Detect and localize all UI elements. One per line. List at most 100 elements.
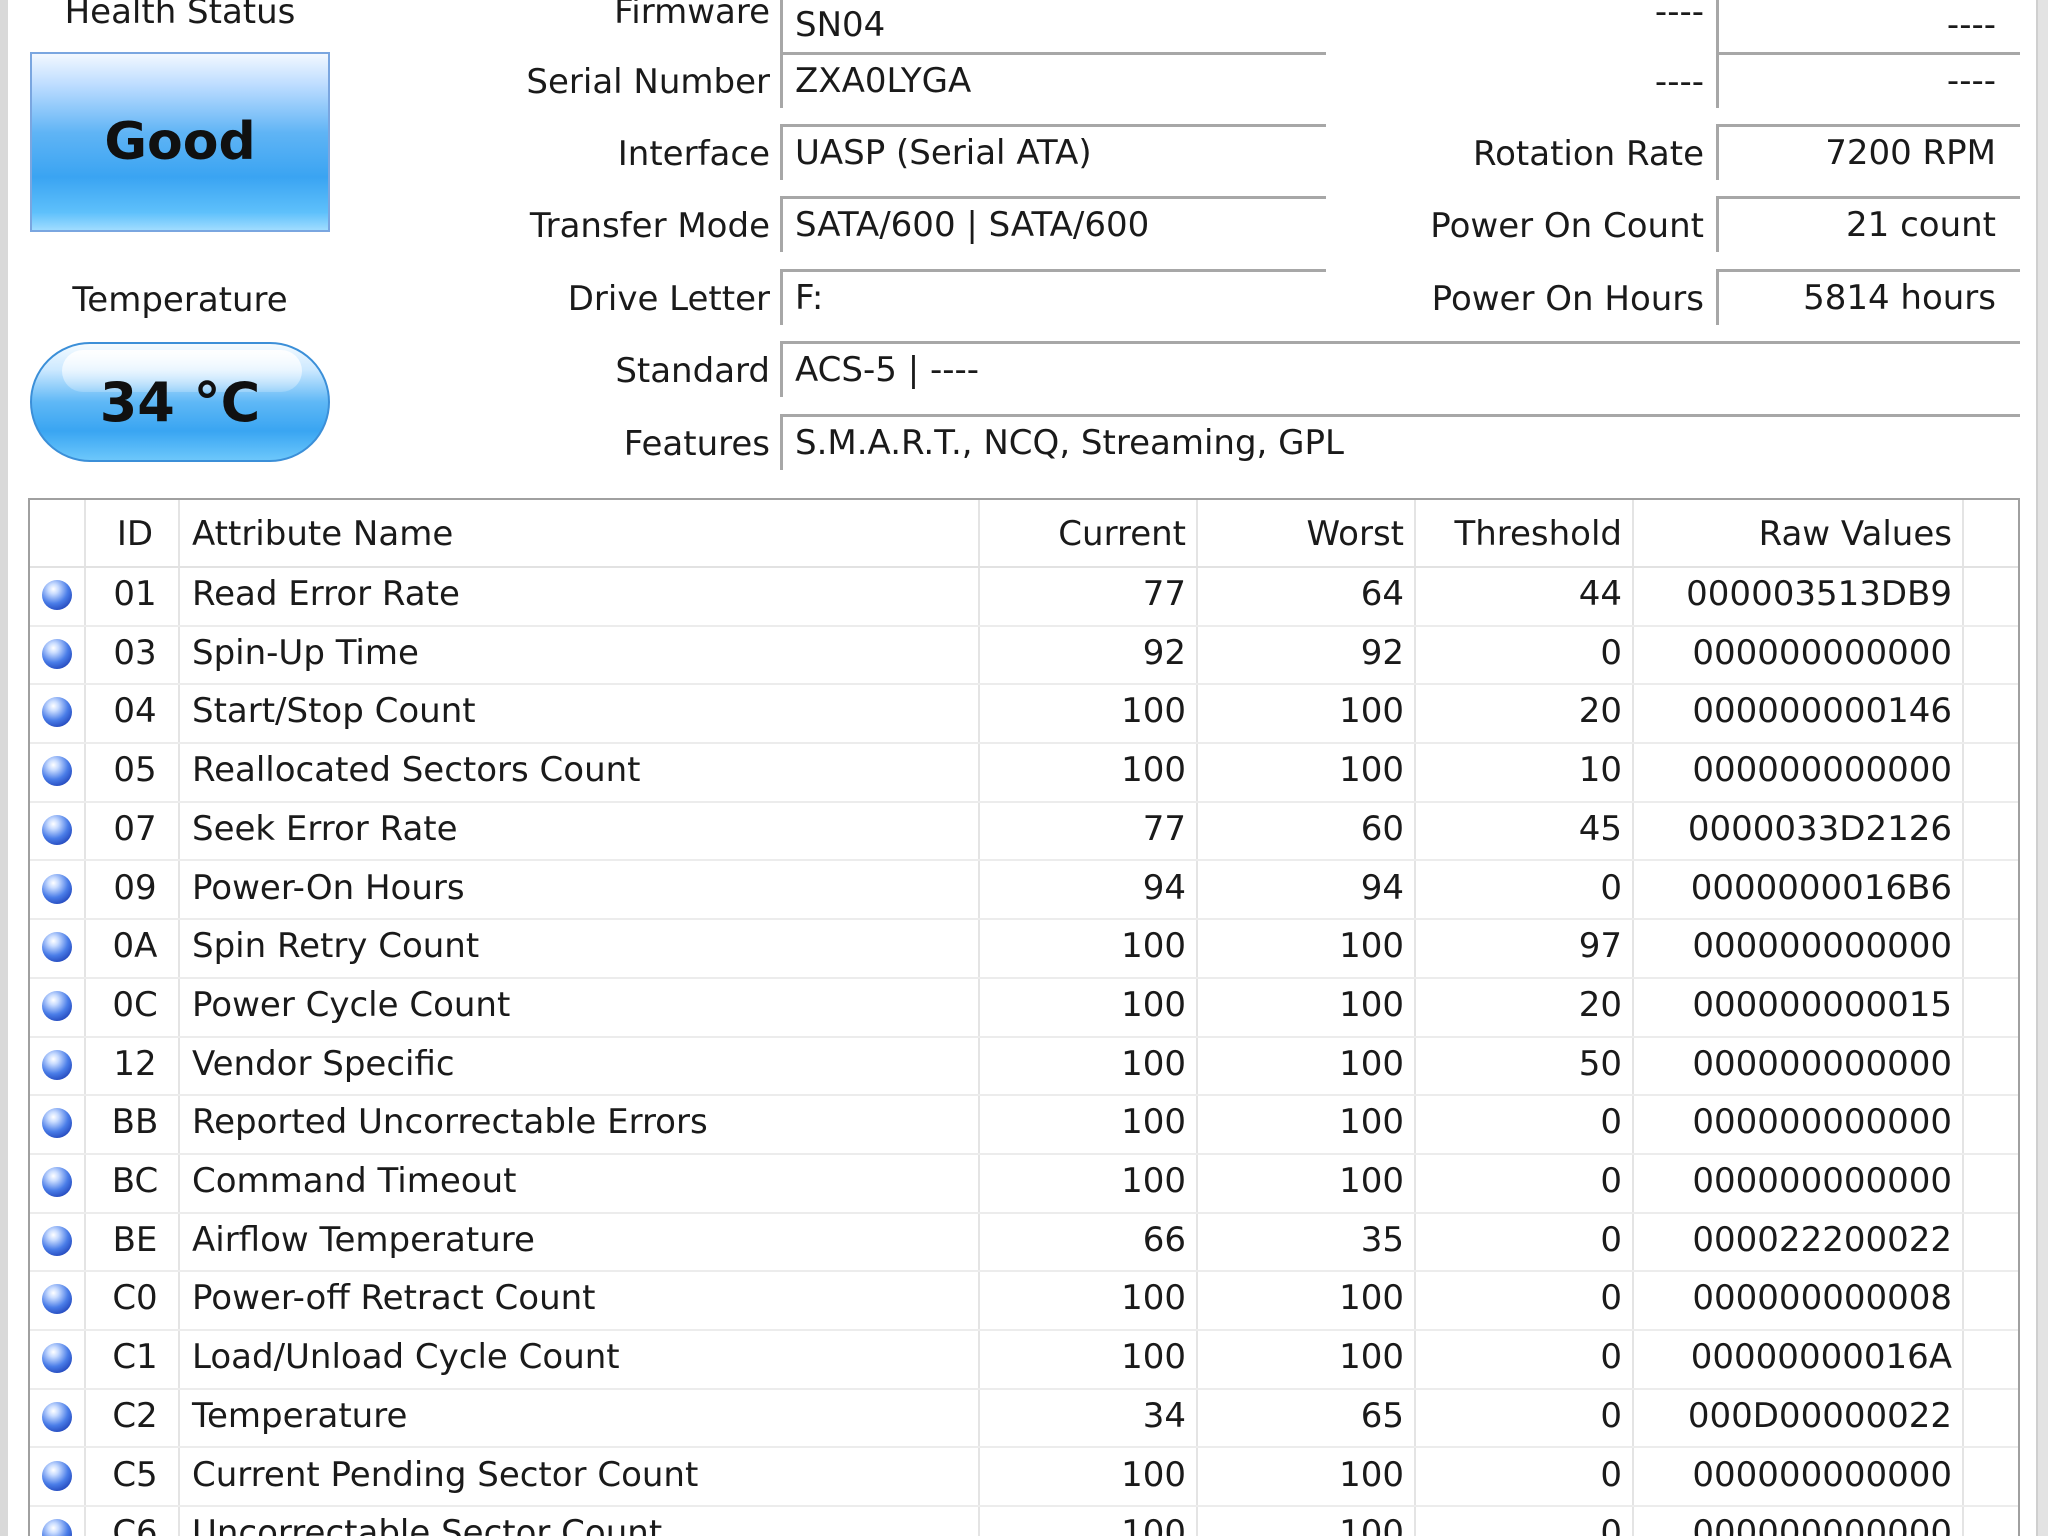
cell-raw-values: 000000000000 xyxy=(1692,750,1952,791)
cell-attribute-name: Power-On Hours xyxy=(192,867,465,908)
cell-current: 100 xyxy=(1121,926,1186,967)
serial-number-label: Serial Number xyxy=(526,62,770,102)
cell-raw-values: 000000000000 xyxy=(1692,1454,1952,1495)
header-worst[interactable]: Worst xyxy=(1200,514,1404,554)
status-indicator-icon xyxy=(42,638,72,669)
table-row[interactable]: C1 Load/Unload Cycle Count 100 100 0 00000000… xyxy=(30,1329,2018,1390)
cell-worst: 100 xyxy=(1339,1278,1404,1319)
interface-field: UASP (Serial ATA) xyxy=(780,124,1326,180)
cell-id: 0A xyxy=(112,926,158,967)
header-attribute-name[interactable]: Attribute Name xyxy=(192,514,453,554)
cell-worst: 100 xyxy=(1339,1161,1404,1201)
table-row[interactable]: C2 Temperature 34 65 0 000D00000022 xyxy=(30,1388,2018,1449)
cell-current: 66 xyxy=(1142,1219,1186,1260)
cell-raw-values: 000000000000 xyxy=(1692,926,1952,967)
cell-raw-values: 000000000008 xyxy=(1692,1278,1952,1319)
cell-attribute-name: Power Cycle Count xyxy=(192,984,511,1025)
table-row[interactable]: C5 Current Pending Sector Count 100 100 0 000… xyxy=(30,1447,2018,1508)
power-on-hours-label: Power On Hours xyxy=(1431,279,1704,319)
transfer-mode-label: Transfer Mode xyxy=(529,206,770,246)
table-row[interactable]: 12 Vendor Specific 100 100 50 000000000000 xyxy=(30,1036,2018,1097)
drive-letter-field: F: xyxy=(780,269,1326,325)
status-indicator-icon xyxy=(42,932,72,963)
cell-id: 0C xyxy=(112,984,158,1025)
status-indicator-icon xyxy=(42,1167,72,1197)
cell-attribute-name: Start/Stop Count xyxy=(192,691,476,732)
firmware-field: SN04 xyxy=(780,0,1326,52)
table-row[interactable]: C0 Power-off Retract Count 100 100 0 00000000… xyxy=(30,1270,2018,1332)
rotation-rate-label: Rotation Rate xyxy=(1473,134,1704,174)
table-row[interactable]: BC Command Timeout 100 100 0 000000000000 xyxy=(30,1153,2018,1214)
cell-threshold: 0 xyxy=(1600,1278,1622,1319)
cell-threshold: 10 xyxy=(1578,750,1622,791)
cell-current: 100 xyxy=(1121,1102,1186,1143)
smart-attributes-table[interactable]: ID Attribute Name Current Worst Threshol… xyxy=(28,498,2020,1536)
cell-attribute-name: Seek Error Rate xyxy=(192,808,458,849)
cell-id: C0 xyxy=(112,1278,158,1319)
status-indicator-icon xyxy=(42,873,72,904)
cell-id: BE xyxy=(112,1219,158,1260)
power-on-hours-field: 5814 hours xyxy=(1716,269,2020,325)
cell-raw-values: 0000000016B6 xyxy=(1690,867,1952,908)
cell-attribute-name: Reallocated Sectors Count xyxy=(192,750,641,791)
status-indicator-icon xyxy=(42,1401,72,1432)
cell-attribute-name: Uncorrectable Sector Count xyxy=(192,1513,663,1536)
header-id[interactable]: ID xyxy=(90,514,180,554)
cell-attribute-name: Current Pending Sector Count xyxy=(192,1454,699,1495)
table-row[interactable]: BE Airflow Temperature 66 35 0 000022200022 xyxy=(30,1212,2018,1273)
cell-worst: 100 xyxy=(1339,984,1404,1025)
cell-threshold: 0 xyxy=(1600,867,1622,908)
cell-attribute-name: Temperature xyxy=(192,1395,408,1436)
cell-attribute-name: Load/Unload Cycle Count xyxy=(192,1337,620,1378)
cell-current: 77 xyxy=(1142,808,1186,849)
cell-current: 100 xyxy=(1121,691,1186,732)
health-status-button[interactable]: Good xyxy=(30,52,330,232)
cell-current: 100 xyxy=(1121,750,1186,791)
table-row[interactable]: 05 Reallocated Sectors Count 100 100 10 00000… xyxy=(30,742,2018,803)
cell-worst: 100 xyxy=(1339,1337,1404,1378)
cell-current: 100 xyxy=(1121,1278,1186,1319)
cell-worst: 100 xyxy=(1339,750,1404,791)
table-row[interactable]: 07 Seek Error Rate 77 60 45 0000033D2126 xyxy=(30,801,2018,862)
temperature-button[interactable]: 34 °C xyxy=(30,342,330,462)
table-row[interactable]: 04 Start/Stop Count 100 100 20 000000000146 xyxy=(30,683,2018,745)
cell-attribute-name: Spin-Up Time xyxy=(192,632,419,673)
table-row[interactable]: 0C Power Cycle Count 100 100 20 000000000015 xyxy=(30,977,2018,1038)
status-indicator-icon xyxy=(42,814,72,845)
cell-worst: 60 xyxy=(1360,808,1404,849)
cell-threshold: 0 xyxy=(1600,1513,1622,1536)
header-raw-values[interactable]: Raw Values xyxy=(1636,514,1952,554)
cell-threshold: 44 xyxy=(1578,574,1622,614)
header-current[interactable]: Current xyxy=(982,514,1186,554)
cell-worst: 94 xyxy=(1360,867,1404,908)
window-scrollbar[interactable] xyxy=(2036,0,2048,1536)
power-on-count-field: 21 count xyxy=(1716,196,2020,252)
cell-current: 100 xyxy=(1121,1513,1186,1536)
blank-field-2: ---- xyxy=(1716,52,2020,108)
cell-threshold: 0 xyxy=(1600,1337,1622,1378)
cell-id: 07 xyxy=(113,808,157,849)
header-threshold[interactable]: Threshold xyxy=(1418,514,1622,554)
cell-id: BB xyxy=(111,1102,159,1143)
cell-current: 100 xyxy=(1121,1454,1186,1495)
table-row[interactable]: 01 Read Error Rate 77 64 44 000003513DB9 xyxy=(30,566,2018,627)
cell-raw-values: 000000000015 xyxy=(1692,984,1952,1025)
cell-attribute-name: Command Timeout xyxy=(192,1161,517,1201)
cell-worst: 92 xyxy=(1360,632,1404,673)
table-row[interactable]: 0A Spin Retry Count 100 100 97 000000000000 xyxy=(30,918,2018,979)
cell-id: C2 xyxy=(112,1395,158,1436)
table-row[interactable]: C6 Uncorrectable Sector Count 100 100 0 00000… xyxy=(30,1505,2018,1536)
cell-current: 77 xyxy=(1142,574,1186,614)
cell-current: 92 xyxy=(1142,632,1186,673)
status-indicator-icon xyxy=(42,1284,72,1315)
status-indicator-icon xyxy=(42,580,72,610)
table-row[interactable]: BB Reported Uncorrectable Errors 100 100 0 00… xyxy=(30,1094,2018,1155)
table-row[interactable]: 09 Power-On Hours 94 94 0 0000000016B6 xyxy=(30,860,2018,921)
cell-threshold: 0 xyxy=(1600,1161,1622,1201)
cell-id: 04 xyxy=(113,691,157,732)
table-row[interactable]: 03 Spin-Up Time 92 92 0 000000000000 xyxy=(30,625,2018,686)
window-left-edge xyxy=(0,0,8,1536)
temperature-label: Temperature xyxy=(72,280,288,320)
cell-worst: 64 xyxy=(1360,574,1404,614)
cell-worst: 100 xyxy=(1339,926,1404,967)
